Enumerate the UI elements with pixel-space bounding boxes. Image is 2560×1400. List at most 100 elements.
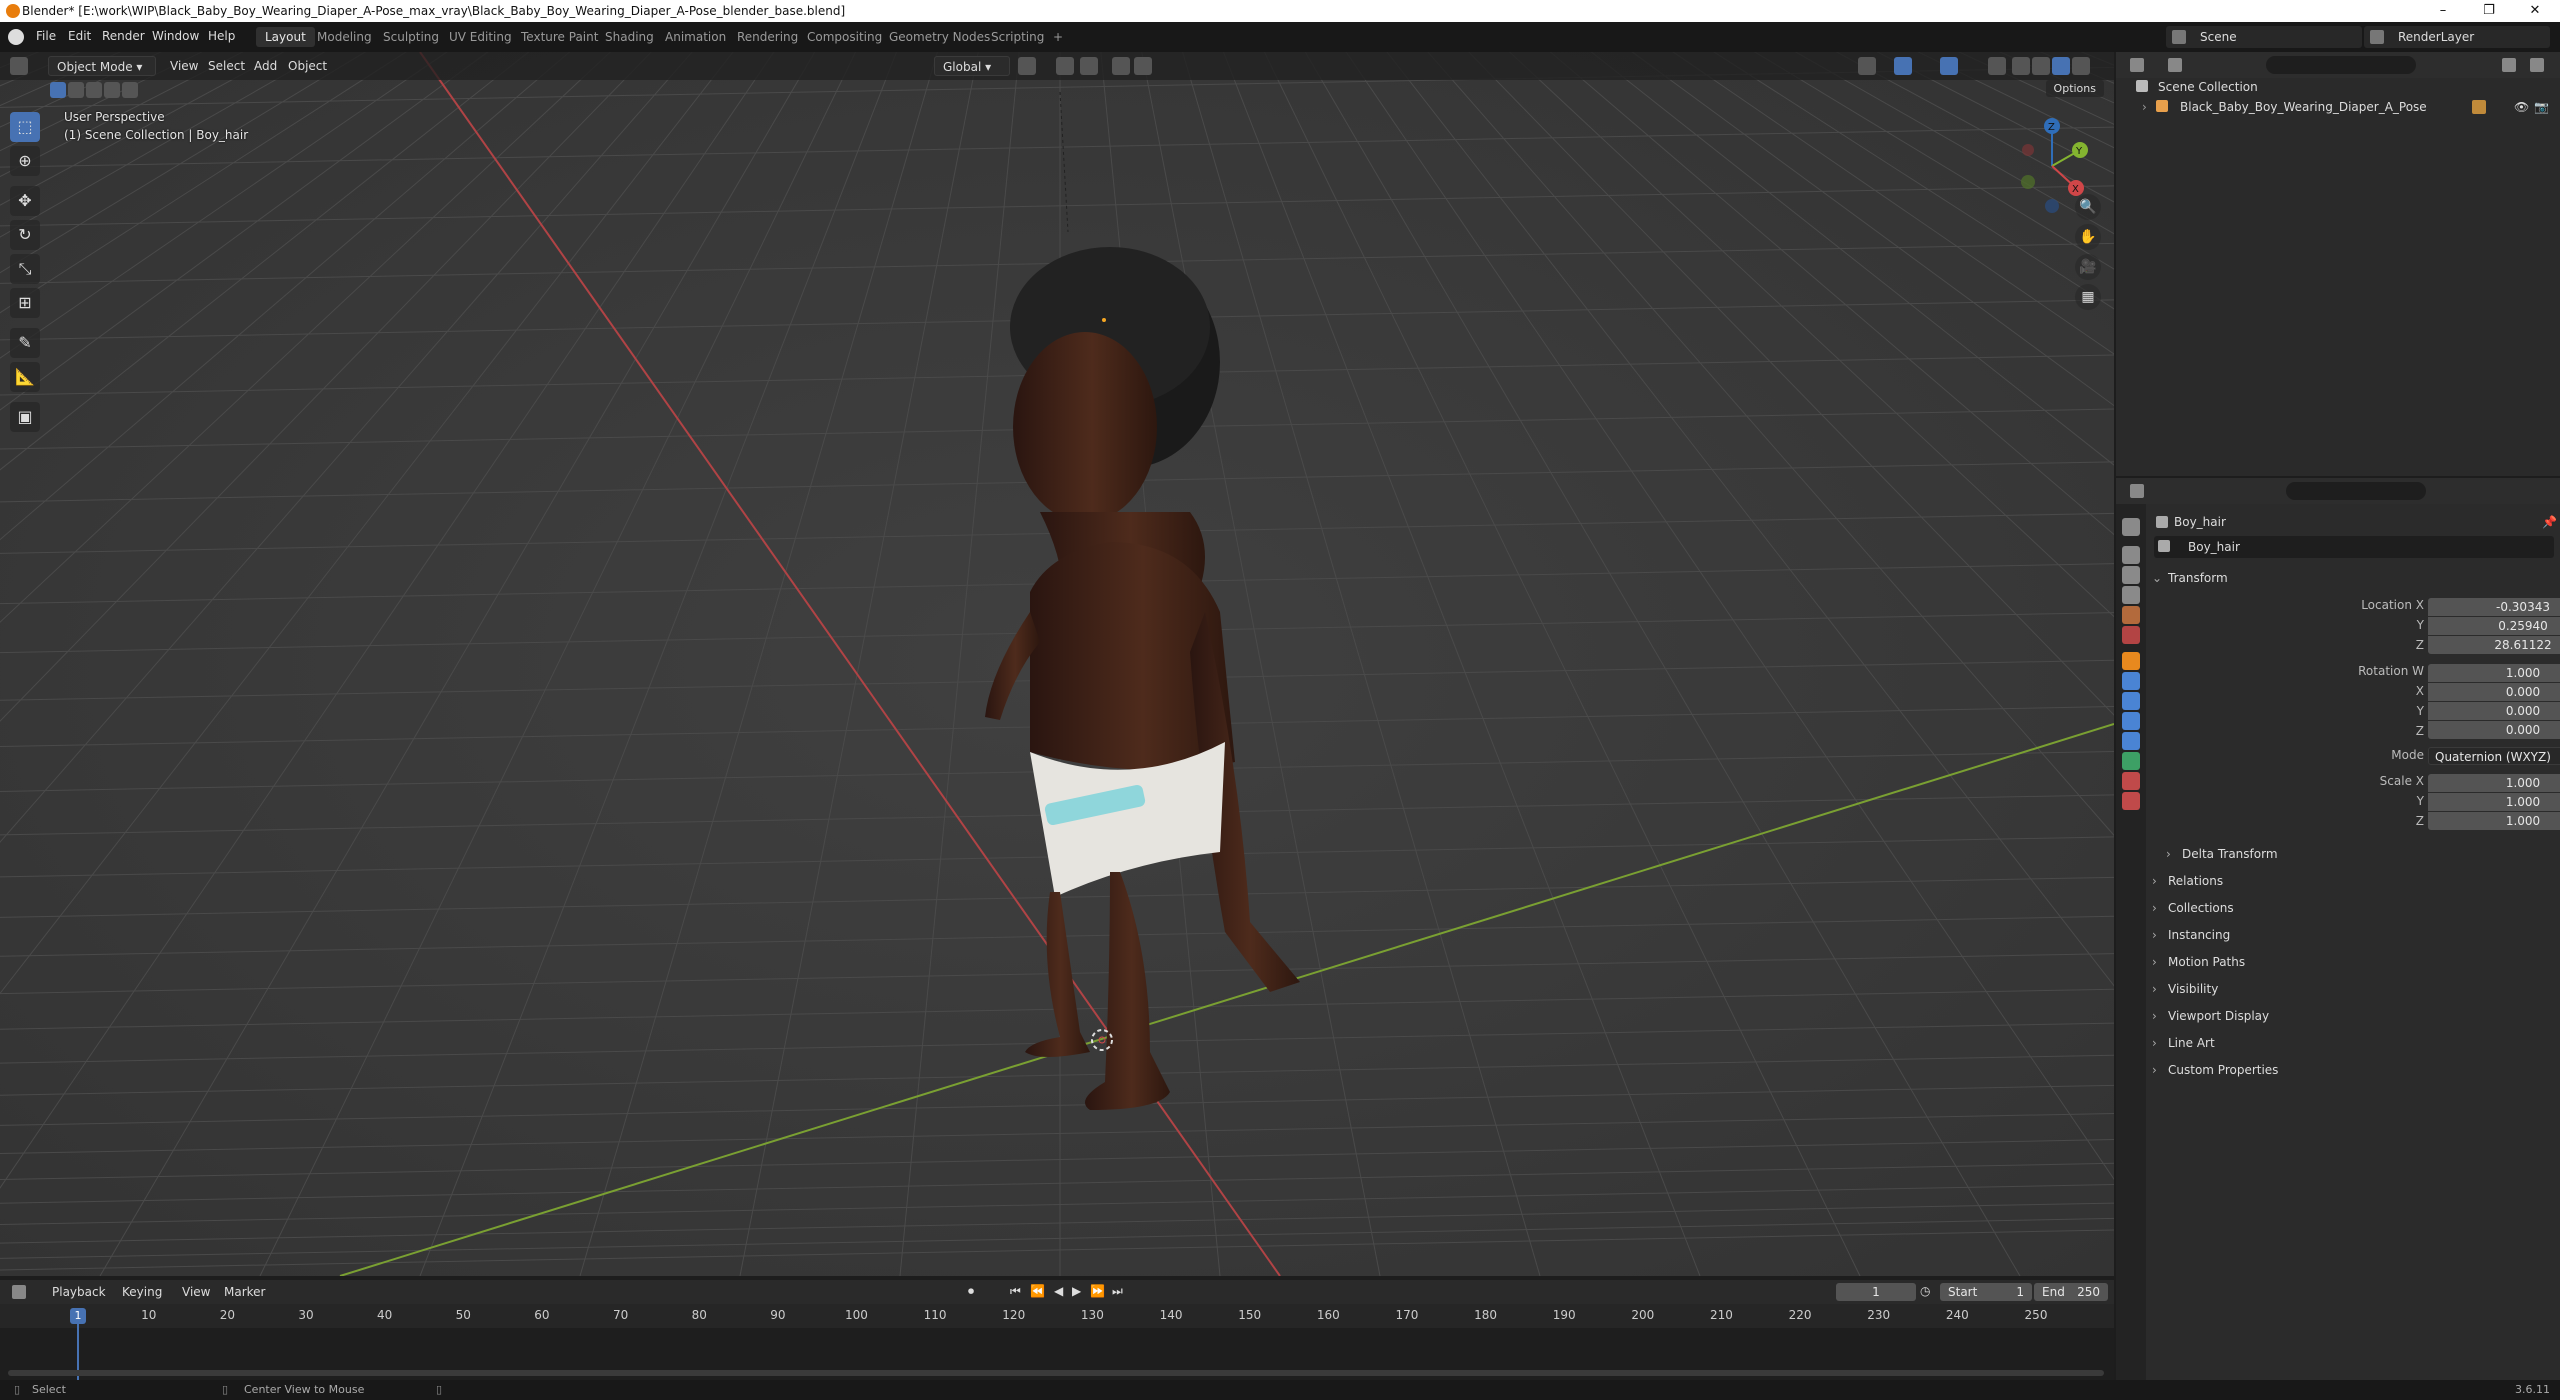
constraints-tab-icon[interactable] xyxy=(2122,732,2140,750)
close-button[interactable]: ✕ xyxy=(2512,0,2558,22)
world-tab-icon[interactable] xyxy=(2122,626,2140,644)
menu-window[interactable]: Window xyxy=(152,29,199,43)
viewport-menu-add[interactable]: Add xyxy=(254,56,277,76)
end-frame-field[interactable]: End 250 xyxy=(2034,1283,2108,1301)
select-mode-intersect-icon[interactable] xyxy=(122,82,138,98)
custom-properties-panel[interactable]: › Custom Properties xyxy=(2152,1058,2552,1082)
view-layer-tab-icon[interactable] xyxy=(2122,586,2140,604)
scale-y-field[interactable]: 1.000 xyxy=(2428,793,2560,811)
viewport-menu-view[interactable]: View xyxy=(170,56,198,76)
viewport-menu-select[interactable]: Select xyxy=(208,56,245,76)
prev-keyframe-icon[interactable]: ⏪ xyxy=(1030,1284,1045,1298)
outliner-search-input[interactable] xyxy=(2266,56,2416,74)
tab-sculpting[interactable]: Sculpting xyxy=(374,27,448,47)
start-frame-field[interactable]: Start 1 xyxy=(1940,1283,2032,1301)
camera-view-icon[interactable]: 🎥 xyxy=(2075,254,2101,280)
tab-shading[interactable]: Shading xyxy=(596,27,663,47)
tool-tab-icon[interactable] xyxy=(2122,518,2140,536)
physics-tab-icon[interactable] xyxy=(2122,712,2140,730)
visibility-icon[interactable] xyxy=(1858,57,1876,75)
expand-arrow-icon[interactable]: › xyxy=(2142,96,2147,118)
scale-z-field[interactable]: 1.000 xyxy=(2428,812,2560,830)
tab-compositing[interactable]: Compositing xyxy=(798,27,891,47)
rotation-mode-dropdown[interactable]: Quaternion (WXYZ)⌄ xyxy=(2428,747,2560,765)
maximize-button[interactable]: ❐ xyxy=(2466,0,2512,22)
move-tool-icon[interactable]: ✥ xyxy=(10,186,40,216)
xray-toggle-icon[interactable] xyxy=(1988,57,2006,75)
select-mode-new-icon[interactable] xyxy=(50,82,66,98)
shading-solid-icon[interactable] xyxy=(2032,57,2050,75)
camera-icon[interactable]: 📷 xyxy=(2534,96,2549,118)
snap-icon[interactable] xyxy=(1056,57,1074,75)
pin-icon[interactable]: 📌 xyxy=(2542,515,2557,529)
tab-modeling[interactable]: Modeling xyxy=(308,27,381,47)
current-frame-field[interactable]: 1 xyxy=(1836,1283,1916,1301)
timeline-menu-playback[interactable]: Playback xyxy=(52,1285,106,1299)
timeline-scrollbar[interactable] xyxy=(8,1370,2104,1376)
measure-tool-icon[interactable]: 📐 xyxy=(10,362,40,392)
next-keyframe-icon[interactable]: ⏩ xyxy=(1090,1284,1105,1298)
outliner-item-row[interactable]: › Black_Baby_Boy_Wearing_Diaper_A_Pose 👁… xyxy=(2116,96,2560,118)
modifier-tab-icon[interactable] xyxy=(2122,672,2140,690)
object-tab-icon[interactable] xyxy=(2122,652,2140,670)
transform-tool-icon[interactable]: ⊞ xyxy=(10,288,40,318)
viewport-menu-object[interactable]: Object xyxy=(288,56,327,76)
play-reverse-icon[interactable]: ◀ xyxy=(1054,1284,1063,1298)
options-button[interactable]: Options xyxy=(2045,80,2104,97)
tab-scripting[interactable]: Scripting xyxy=(982,27,1053,47)
zoom-icon[interactable]: 🔍 xyxy=(2075,194,2101,220)
record-icon[interactable]: ⏺ xyxy=(968,1284,974,1299)
falloff-icon[interactable] xyxy=(1134,57,1152,75)
render-tab-icon[interactable] xyxy=(2122,546,2140,564)
select-box-tool-icon[interactable]: ⬚ xyxy=(10,112,40,142)
outliner-editor-icon[interactable] xyxy=(2130,58,2144,72)
delta-transform-panel[interactable]: › Delta Transform xyxy=(2166,842,2560,866)
transform-orientation-dropdown[interactable]: Global ▾ xyxy=(934,56,1010,76)
instancing-panel[interactable]: › Instancing xyxy=(2152,923,2552,947)
pivot-point-icon[interactable] xyxy=(1018,57,1036,75)
object-name-field[interactable]: Boy_hair xyxy=(2154,536,2554,558)
rotate-tool-icon[interactable]: ↻ xyxy=(10,220,40,250)
ortho-grid-icon[interactable]: ▦ xyxy=(2075,284,2101,310)
scene-selector[interactable]: Scene xyxy=(2166,26,2362,48)
shading-rendered-icon[interactable] xyxy=(2072,57,2090,75)
menu-help[interactable]: Help xyxy=(208,29,235,43)
material-tab-icon[interactable] xyxy=(2122,772,2140,790)
timeline-menu-marker[interactable]: Marker xyxy=(224,1285,265,1299)
menu-edit[interactable]: Edit xyxy=(68,29,91,43)
view-layer-selector[interactable]: RenderLayer xyxy=(2364,26,2550,48)
3d-viewport[interactable]: Object Mode ▾ View Select Add Object Glo… xyxy=(0,52,2114,1276)
tab-rendering[interactable]: Rendering xyxy=(728,27,807,47)
filter-icon[interactable] xyxy=(2502,58,2516,72)
play-icon[interactable]: ▶ xyxy=(1072,1284,1081,1298)
new-collection-icon[interactable] xyxy=(2530,58,2544,72)
tab-animation[interactable]: Animation xyxy=(656,27,735,47)
location-x-field[interactable]: -0.30343 xyxy=(2428,598,2560,616)
viewport-display-panel[interactable]: › Viewport Display xyxy=(2152,1004,2552,1028)
pan-hand-icon[interactable]: ✋ xyxy=(2075,224,2101,250)
properties-search-input[interactable] xyxy=(2286,482,2426,500)
proportional-edit-icon[interactable] xyxy=(1112,57,1130,75)
select-mode-invert-icon[interactable] xyxy=(104,82,120,98)
add-cube-tool-icon[interactable]: ▣ xyxy=(10,402,40,432)
motion-paths-panel[interactable]: › Motion Paths xyxy=(2152,950,2552,974)
particles-tab-icon[interactable] xyxy=(2122,692,2140,710)
rotation-z-field[interactable]: 0.000 xyxy=(2428,721,2560,739)
shading-material-icon[interactable] xyxy=(2052,57,2070,75)
add-workspace-button[interactable]: + xyxy=(1044,27,1072,47)
data-tab-icon[interactable] xyxy=(2122,752,2140,770)
location-y-field[interactable]: 0.25940 xyxy=(2428,617,2560,635)
eye-icon[interactable]: 👁 xyxy=(2514,96,2529,118)
gizmo-toggle-icon[interactable] xyxy=(1894,57,1912,75)
tab-texture-paint[interactable]: Texture Paint xyxy=(512,27,607,47)
rotation-w-field[interactable]: 1.000 xyxy=(2428,664,2560,682)
timeline-menu-view[interactable]: View xyxy=(182,1285,210,1299)
transform-panel-header[interactable]: ⌄ Transform xyxy=(2152,566,2552,590)
cursor-tool-icon[interactable]: ⊕ xyxy=(10,146,40,176)
line-art-panel[interactable]: › Line Art xyxy=(2152,1031,2552,1055)
select-mode-extend-icon[interactable] xyxy=(68,82,84,98)
jump-start-icon[interactable]: ⏮ xyxy=(1010,1284,1021,1299)
editor-type-icon[interactable] xyxy=(10,57,28,75)
scene-tab-icon[interactable] xyxy=(2122,606,2140,624)
minimize-button[interactable]: – xyxy=(2420,0,2466,22)
